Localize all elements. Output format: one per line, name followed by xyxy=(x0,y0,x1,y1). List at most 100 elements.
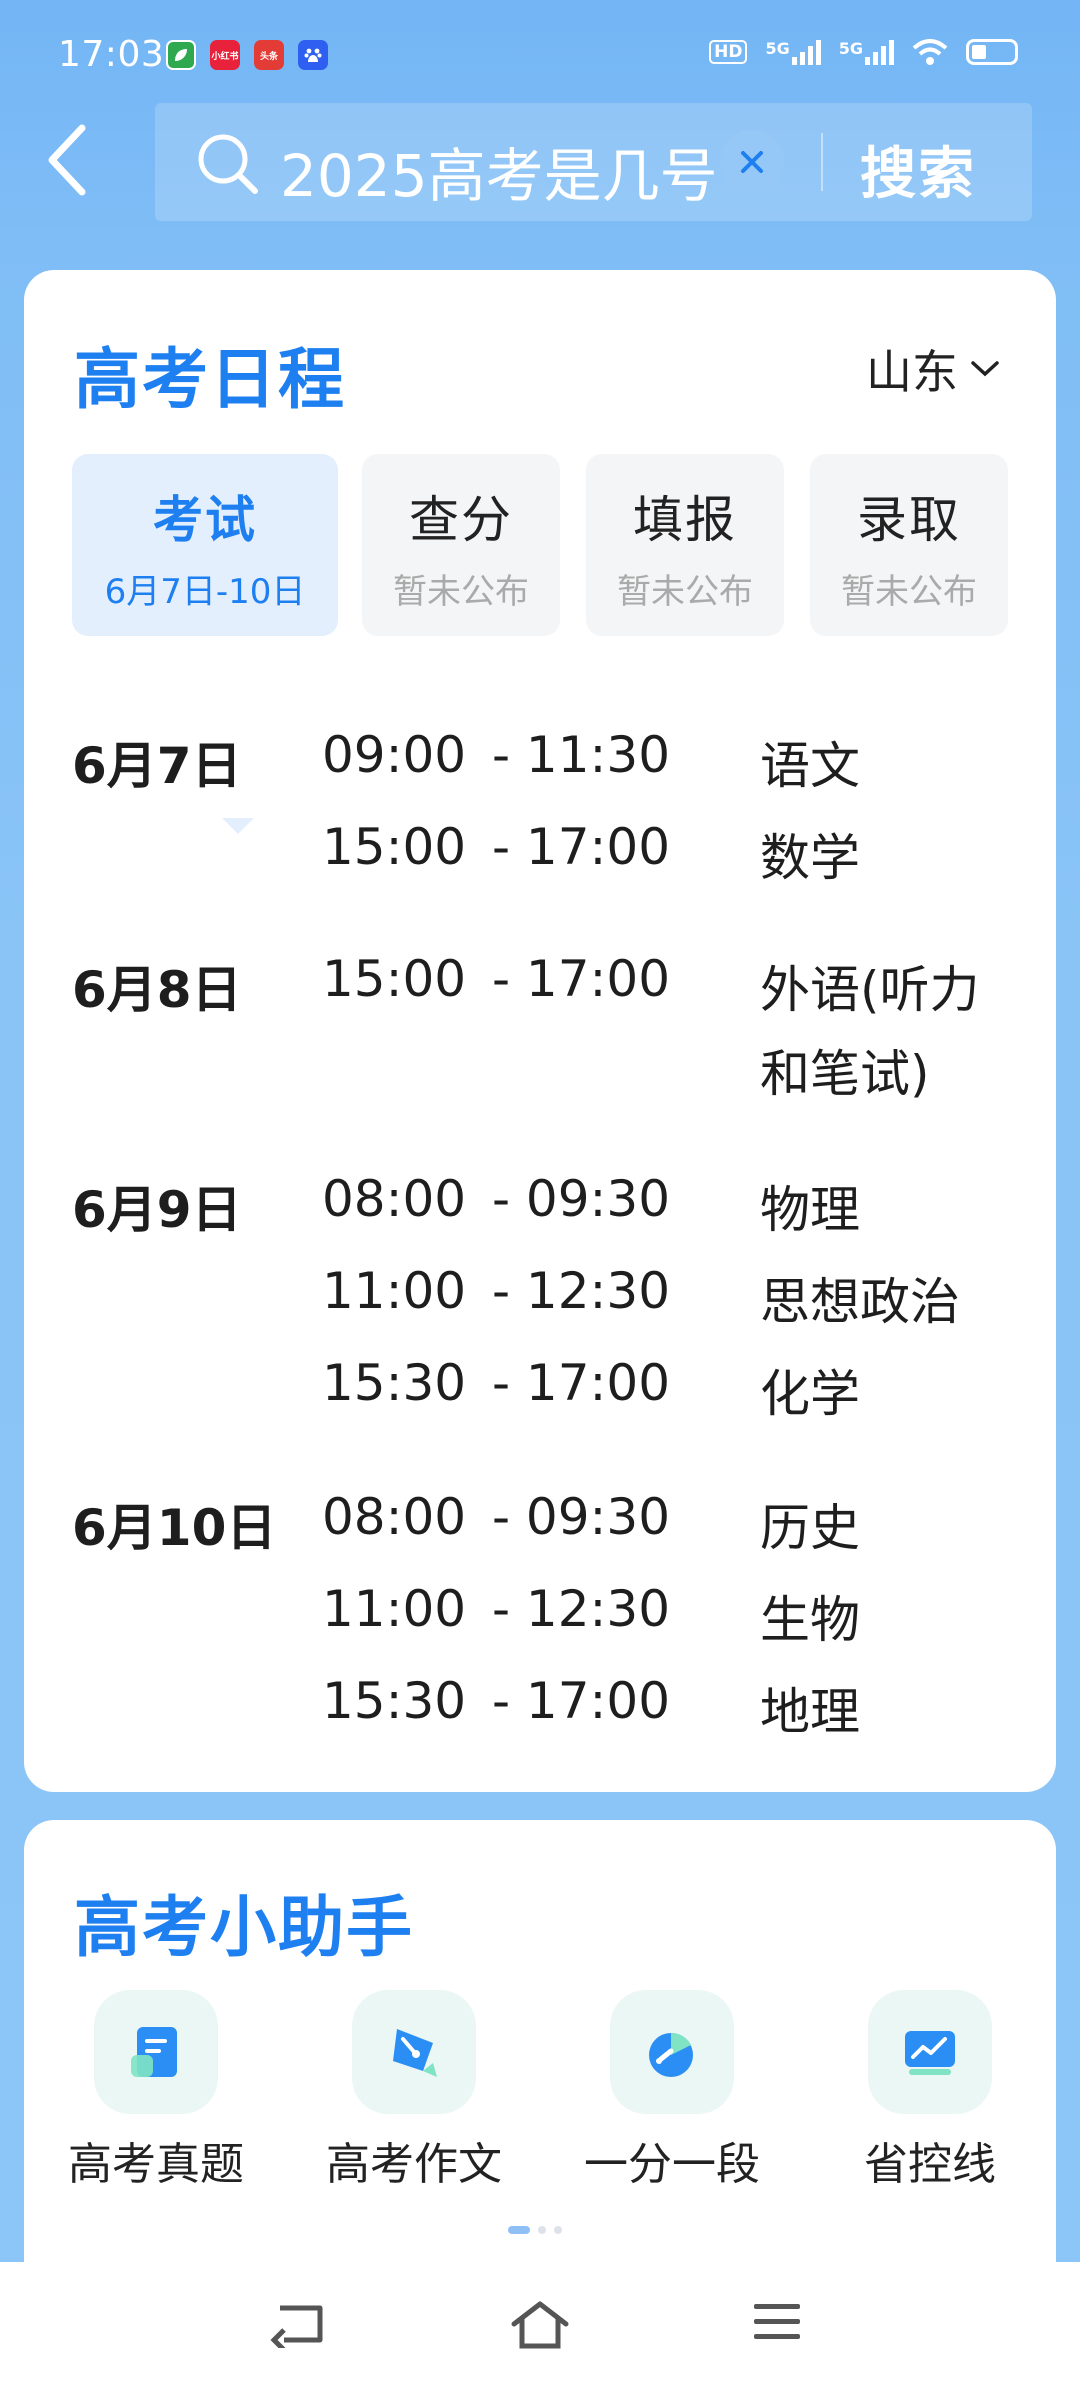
schedule-session: 15:00 - 17:00 外语(听力 和笔试) xyxy=(322,950,1022,1130)
session-start: 08:00 xyxy=(322,1488,467,1546)
nav-back-button[interactable] xyxy=(270,2300,330,2352)
xiaohongshu-app-icon: 小红书 xyxy=(210,40,240,70)
score-chart-icon xyxy=(610,1990,734,2114)
search-bar[interactable]: 2025高考是几号 搜索 xyxy=(155,103,1032,221)
search-icon xyxy=(195,131,261,201)
tool-essays[interactable]: 高考作文 xyxy=(294,1990,534,2192)
schedule-session: 08:00 - 09:30 历史 xyxy=(322,1488,1022,1578)
signal-bars-icon xyxy=(865,39,894,65)
session-end: - 17:00 xyxy=(492,818,671,876)
nav-home-button[interactable] xyxy=(510,2300,570,2352)
network-label-1: 5G xyxy=(765,39,790,58)
tab-label: 录取 xyxy=(857,491,961,549)
divider xyxy=(821,133,823,191)
chevron-down-icon xyxy=(971,361,999,377)
session-start: 15:00 xyxy=(322,950,467,1008)
tab-label: 填报 xyxy=(633,491,737,549)
trend-line-icon xyxy=(868,1990,992,2114)
exam-paper-icon xyxy=(94,1990,218,2114)
session-end: - 12:30 xyxy=(492,1580,671,1638)
session-end: - 09:30 xyxy=(492,1170,671,1228)
hd-indicator: HD xyxy=(709,40,748,64)
tab-application[interactable]: 填报 暂未公布 xyxy=(586,454,784,636)
tool-label: 一分一段 xyxy=(584,2139,760,2190)
tool-score-ranking[interactable]: 一分一段 xyxy=(552,1990,792,2192)
session-subject: 数学 xyxy=(760,829,860,887)
session-subject: 外语(听力 xyxy=(760,961,980,1019)
schedule-session: 15:30 - 17:00 地理 xyxy=(322,1672,1022,1762)
page-indicator xyxy=(508,2226,562,2234)
region-selector[interactable]: 山东 xyxy=(866,336,1000,402)
signal-2: 5G xyxy=(839,39,894,65)
schedule-tabs: 考试 6月7日-10日 查分 暂未公布 填报 暂未公布 录取 暂未公布 xyxy=(72,454,1008,834)
status-indicators: HD 5G 5G xyxy=(709,38,1018,66)
session-subject: 物理 xyxy=(760,1181,860,1239)
schedule-session: 09:00 - 11:30 语文 xyxy=(322,726,1022,816)
session-subject: 地理 xyxy=(760,1683,860,1741)
status-bar: 17:03 小红书 头条 HD 5G 5G xyxy=(0,0,1080,110)
tab-sublabel: 6月7日-10日 xyxy=(104,572,306,612)
session-start: 15:00 xyxy=(322,818,467,876)
tool-control-line[interactable]: 省控线 xyxy=(810,1990,1050,2192)
session-start: 15:30 xyxy=(322,1672,467,1730)
schedule-date: 6月10日 xyxy=(72,1499,277,1557)
tab-sublabel: 暂未公布 xyxy=(841,572,977,612)
active-tab-pointer xyxy=(222,818,254,834)
menu-icon xyxy=(754,2304,800,2339)
search-button[interactable]: 搜索 xyxy=(860,129,976,210)
schedule-date: 6月8日 xyxy=(72,961,242,1019)
tab-exam[interactable]: 考试 6月7日-10日 xyxy=(72,454,338,636)
schedule-session: 15:30 - 17:00 化学 xyxy=(322,1354,1022,1444)
baidu-app-icon xyxy=(298,40,328,70)
tool-label: 高考真题 xyxy=(68,2139,244,2190)
signal-bars-icon xyxy=(791,39,821,65)
schedule-title: 高考日程 xyxy=(74,341,346,418)
schedule-session: 15:00 - 17:00 数学 xyxy=(322,818,1022,908)
tool-past-exams[interactable]: 高考真题 xyxy=(36,1990,276,2192)
session-subject: 思想政治 xyxy=(760,1273,960,1331)
page-dot xyxy=(538,2226,546,2234)
tab-score[interactable]: 查分 暂未公布 xyxy=(362,454,560,636)
wifi-icon xyxy=(912,39,948,65)
page-dot-active xyxy=(508,2226,530,2234)
close-icon xyxy=(741,151,763,173)
tool-label: 高考作文 xyxy=(326,2139,502,2190)
session-end: - 09:30 xyxy=(492,1488,671,1546)
session-end: - 17:00 xyxy=(492,950,671,1008)
system-navigation-bar xyxy=(0,2262,1080,2388)
page-dot xyxy=(554,2226,562,2234)
schedule-date: 6月7日 xyxy=(72,737,242,795)
status-time: 17:03 xyxy=(58,34,165,75)
toutiao-app-icon: 头条 xyxy=(254,40,284,70)
session-start: 11:00 xyxy=(322,1262,467,1320)
schedule-session: 11:00 - 12:30 生物 xyxy=(322,1580,1022,1670)
clear-search-button[interactable] xyxy=(720,130,784,194)
tab-sublabel: 暂未公布 xyxy=(393,572,529,612)
network-label-2: 5G xyxy=(838,39,863,58)
session-end: - 17:00 xyxy=(492,1354,671,1412)
tab-sublabel: 暂未公布 xyxy=(617,572,753,612)
schedule-session: 11:00 - 12:30 思想政治 xyxy=(322,1262,1022,1352)
session-start: 08:00 xyxy=(322,1170,467,1228)
tab-admission[interactable]: 录取 暂未公布 xyxy=(810,454,1008,636)
pen-nib-icon xyxy=(352,1990,476,2114)
session-subject-continued: 和笔试) xyxy=(760,1045,930,1103)
status-app-icons: 小红书 头条 xyxy=(166,40,328,70)
chevron-left-icon xyxy=(48,124,86,196)
exam-schedule-card: 高考日程 山东 考试 6月7日-10日 查分 暂未公布 填报 暂未公布 录取 暂… xyxy=(24,270,1056,1792)
tab-label: 考试 xyxy=(153,491,257,549)
session-start: 09:00 xyxy=(322,726,467,784)
tab-label: 查分 xyxy=(409,491,513,549)
tool-label: 省控线 xyxy=(864,2139,996,2190)
region-label: 山东 xyxy=(866,345,958,399)
nav-menu-button[interactable] xyxy=(752,2300,812,2352)
session-end: - 12:30 xyxy=(492,1262,671,1320)
session-start: 11:00 xyxy=(322,1580,467,1638)
back-button[interactable] xyxy=(44,120,104,200)
battery-icon xyxy=(966,39,1018,65)
leaf-app-icon xyxy=(166,40,196,70)
schedule-session: 08:00 - 09:30 物理 xyxy=(322,1170,1022,1260)
assistant-title: 高考小助手 xyxy=(74,1889,414,1966)
session-subject: 语文 xyxy=(760,737,860,795)
session-subject: 历史 xyxy=(760,1499,860,1557)
